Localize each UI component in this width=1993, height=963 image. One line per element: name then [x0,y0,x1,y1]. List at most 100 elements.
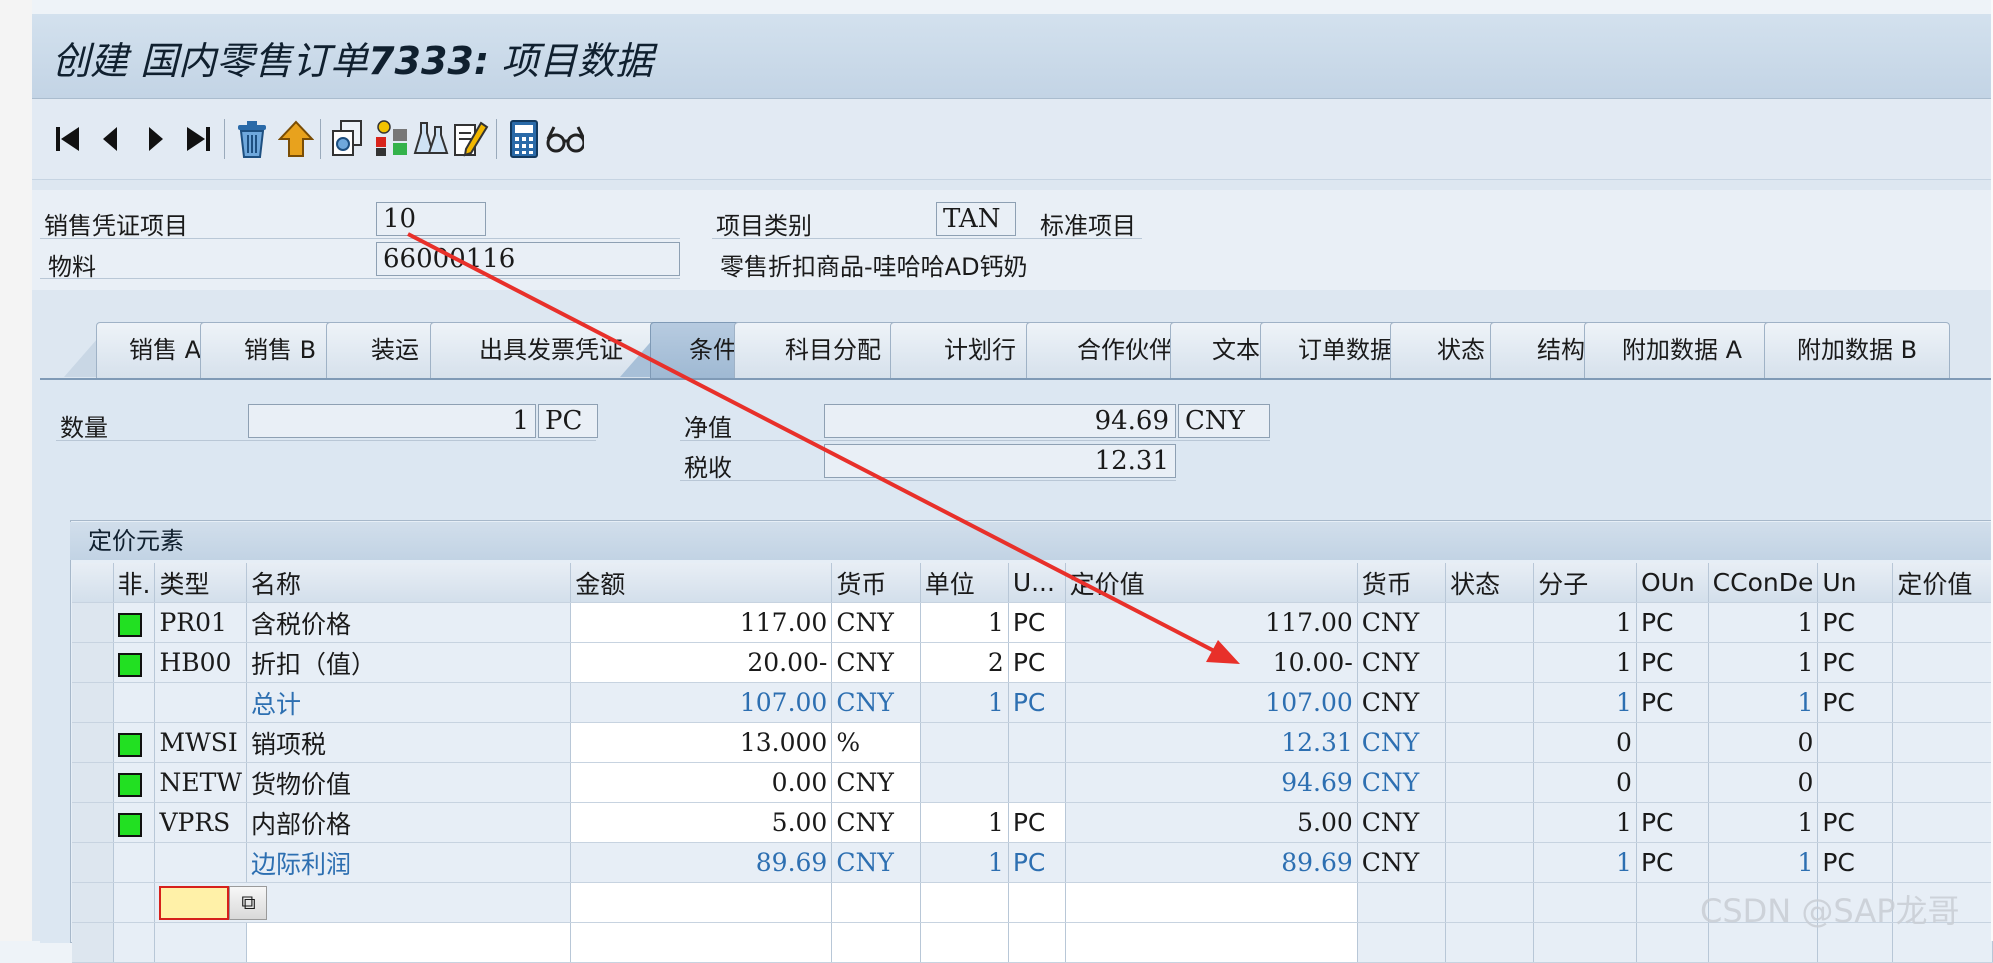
empty-cell[interactable] [1008,922,1066,963]
row-selector[interactable] [72,602,114,643]
amount-cell[interactable]: 5.00 [570,802,833,843]
tab-additional-data-a[interactable]: 附加数据 A [1584,322,1780,378]
quantity-unit-field[interactable]: PC [538,404,598,438]
currency-cell[interactable]: % [831,722,921,763]
column-header[interactable]: 名称 [246,563,572,603]
amount-cell[interactable]: 117.00 [570,602,833,643]
empty-cell[interactable] [72,922,114,963]
column-header[interactable]: U... [1008,563,1066,603]
condition-type-cell[interactable]: MWSI [154,722,247,763]
net-value-field[interactable]: 94.69 [824,404,1176,438]
previous-item-icon[interactable] [90,117,130,161]
row-selector-header[interactable] [72,563,114,603]
status-overview-icon[interactable] [372,117,412,161]
condition-type-cell[interactable]: PR01 [154,602,247,643]
empty-cell[interactable] [154,922,247,963]
calculator-icon[interactable] [504,117,544,161]
pricing-unit-cell[interactable]: 1 [920,602,1009,643]
uom-cell[interactable]: PC [1008,682,1066,723]
uom-cell[interactable]: PC [1008,802,1066,843]
uom-cell[interactable]: PC [1008,842,1066,883]
column-header[interactable]: Un [1817,563,1894,603]
value-help-button[interactable]: ⧉ [229,885,268,920]
empty-cell[interactable]: ⧉ [154,882,572,923]
empty-cell[interactable] [1636,922,1709,963]
condition-type-cell[interactable] [154,842,247,883]
pricing-unit-cell[interactable]: 1 [920,802,1009,843]
currency-cell[interactable]: CNY [831,802,921,843]
amount-cell[interactable]: 20.00- [570,642,833,683]
display-doc-flow-icon[interactable] [328,117,368,161]
empty-cell[interactable] [831,882,921,923]
amount-cell[interactable]: 107.00 [570,682,833,723]
first-item-icon[interactable] [48,117,88,161]
empty-cell[interactable] [72,882,114,923]
column-header[interactable]: 定价值 [1065,563,1358,603]
sales-item-field[interactable]: 10 [376,202,486,236]
amount-cell[interactable]: 13.000 [570,722,833,763]
row-selector[interactable] [72,802,114,843]
empty-cell[interactable] [570,882,833,923]
column-header[interactable]: 货币 [831,563,921,603]
amount-cell[interactable]: 89.69 [570,842,833,883]
uom-cell[interactable]: PC [1008,602,1066,643]
condition-type-cell[interactable]: VPRS [154,802,247,843]
empty-cell[interactable] [831,922,921,963]
condition-type-cell[interactable]: HB00 [154,642,247,683]
empty-cell[interactable] [570,922,833,963]
up-arrow-icon[interactable] [276,117,316,161]
delete-icon[interactable] [232,117,272,161]
empty-cell[interactable] [1065,922,1358,963]
column-header[interactable]: CConDe [1708,563,1819,603]
empty-cell[interactable] [1445,922,1535,963]
currency-cell[interactable]: CNY [831,842,921,883]
edit-notes-icon[interactable] [450,117,490,161]
row-selector[interactable] [72,682,114,723]
row-selector[interactable] [72,642,114,683]
column-header[interactable]: 分子 [1533,563,1637,603]
empty-cell[interactable] [113,922,156,963]
empty-cell[interactable] [246,922,572,963]
uom-cell[interactable] [1008,762,1066,803]
pricing-unit-cell[interactable] [920,722,1009,763]
tab-additional-data-b[interactable]: 附加数据 B [1764,322,1950,378]
currency-cell[interactable]: CNY [831,762,921,803]
configuration-icon[interactable] [410,117,450,161]
column-header[interactable]: 定价值 [1892,563,1993,603]
empty-cell[interactable] [1357,922,1447,963]
pricing-unit-cell[interactable]: 1 [920,682,1009,723]
pricing-unit-cell[interactable]: 2 [920,642,1009,683]
empty-cell[interactable] [1008,882,1066,923]
item-category-field[interactable]: TAN [936,202,1016,236]
column-header[interactable]: 类型 [154,563,247,603]
amount-cell[interactable]: 0.00 [570,762,833,803]
column-header[interactable]: 货币 [1357,563,1447,603]
currency-cell[interactable]: CNY [831,682,921,723]
condition-type-input[interactable] [159,885,230,920]
empty-cell[interactable] [1533,882,1637,923]
row-selector[interactable] [72,762,114,803]
empty-cell[interactable] [1065,882,1358,923]
uom-cell[interactable]: PC [1008,642,1066,683]
column-header[interactable]: 金额 [570,563,833,603]
empty-cell[interactable] [920,922,1009,963]
empty-cell[interactable] [1357,882,1447,923]
last-item-icon[interactable] [178,117,218,161]
currency-cell[interactable]: CNY [831,642,921,683]
row-selector[interactable] [72,722,114,763]
pricing-unit-cell[interactable]: 1 [920,842,1009,883]
glasses-icon[interactable] [544,117,584,161]
net-currency-field[interactable]: CNY [1178,404,1270,438]
empty-cell[interactable] [113,882,156,923]
row-selector[interactable] [72,842,114,883]
condition-type-cell[interactable] [154,682,247,723]
condition-type-cell[interactable]: NETW [154,762,247,803]
column-header[interactable]: 单位 [920,563,1009,603]
empty-cell[interactable] [1533,922,1637,963]
quantity-field[interactable]: 1 [248,404,536,438]
pricing-unit-cell[interactable] [920,762,1009,803]
next-item-icon[interactable] [136,117,176,161]
empty-cell[interactable] [1445,882,1535,923]
column-header[interactable]: OUn [1636,563,1709,603]
column-header[interactable]: 状态 [1445,563,1535,603]
